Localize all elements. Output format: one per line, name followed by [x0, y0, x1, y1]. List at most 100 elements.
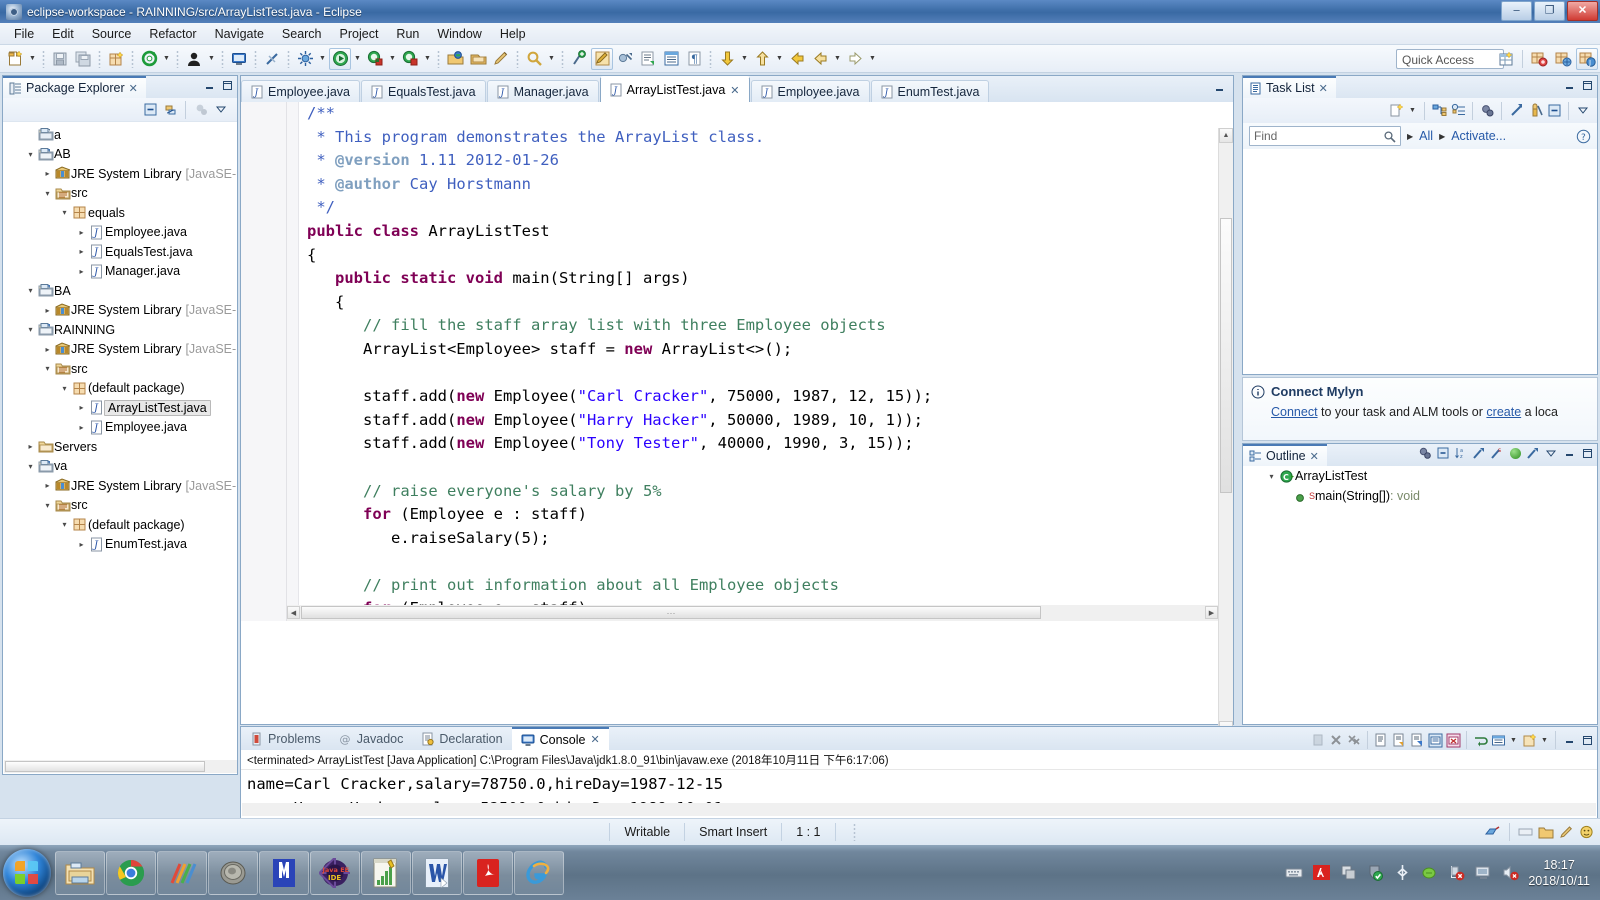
bluetooth-icon[interactable]: [1393, 864, 1411, 882]
close-window-button[interactable]: ✕: [1567, 1, 1598, 21]
coverage-dropdown-arrow[interactable]: ▼: [387, 48, 398, 70]
taskbar-item-bookmark-app[interactable]: [259, 850, 309, 895]
new-dropdown-arrow[interactable]: ▼: [27, 48, 38, 70]
tree-item[interactable]: ▸ J Employee.java: [3, 418, 237, 438]
code-line[interactable]: 12⊖ public static void main(String[] arg…: [241, 267, 1233, 291]
filter-all-link[interactable]: All: [1419, 129, 1433, 143]
code-line[interactable]: 25 // print out information about all Em…: [241, 574, 1233, 598]
hide-non-public-icon[interactable]: [1507, 445, 1523, 461]
taskbar-item-microsoft-word[interactable]: [412, 850, 462, 895]
code-line[interactable]: 7 * @version 1.11 2012-01-26: [241, 149, 1233, 173]
sort-icon[interactable]: az: [1453, 445, 1469, 461]
scrollbar-thumb[interactable]: ⋯: [301, 606, 1041, 620]
twisty-collapsed-icon[interactable]: ▸: [24, 442, 37, 451]
debug-icon[interactable]: [294, 48, 316, 70]
view-menu-icon[interactable]: [1575, 103, 1591, 119]
remove-launch-icon[interactable]: [1310, 732, 1326, 748]
new-task-icon[interactable]: [1388, 103, 1404, 119]
taskbar-item-windows-explorer[interactable]: [55, 850, 105, 895]
display-selected-console-icon[interactable]: [1409, 732, 1425, 748]
open-perspective-icon[interactable]: [1495, 48, 1517, 70]
debug-dropdown-arrow[interactable]: ▼: [317, 48, 328, 70]
code-line[interactable]: 15 ArrayList<Employee> staff = new Array…: [241, 338, 1233, 362]
view-menu-icon[interactable]: [1543, 445, 1559, 461]
skip-all-breakpoints-icon[interactable]: [614, 48, 636, 70]
twisty-collapsed-icon[interactable]: ▸: [41, 345, 54, 354]
terminate-icon[interactable]: [1328, 732, 1344, 748]
search-icon[interactable]: [1383, 130, 1396, 143]
tree-item[interactable]: ▸ J EnumTest.java: [3, 535, 237, 555]
twisty-expanded-icon[interactable]: ▾: [1265, 472, 1278, 481]
maximize-icon[interactable]: [1579, 732, 1595, 748]
menu-item-search[interactable]: Search: [273, 25, 331, 43]
editor-tab[interactable]: J Employee.java: [750, 80, 870, 102]
close-icon[interactable]: ✕: [590, 733, 599, 746]
code-line[interactable]: 14 // fill the staff array list with thr…: [241, 314, 1233, 338]
minimize-icon[interactable]: [201, 77, 217, 93]
twisty-collapsed-icon[interactable]: ▸: [41, 169, 54, 178]
code-line[interactable]: 23 e.raiseSalary(5);: [241, 527, 1233, 551]
tree-item[interactable]: ▾ src: [3, 184, 237, 204]
editor-tab[interactable]: J EqualsTest.java: [361, 80, 486, 102]
collapse-all-icon[interactable]: [1546, 103, 1562, 119]
code-line[interactable]: 19 staff.add(new Employee("Tony Tester",…: [241, 432, 1233, 456]
display-icon[interactable]: [1474, 864, 1492, 882]
tree-item[interactable]: ▸ Servers: [3, 437, 237, 457]
taskbar-item-internet-explorer[interactable]: [514, 850, 564, 895]
tree-item[interactable]: ▸ JRE System Library[JavaSE-1.: [3, 476, 237, 496]
menu-item-file[interactable]: File: [5, 25, 43, 43]
presentation-icon[interactable]: [1527, 103, 1543, 119]
user-dropdown-arrow[interactable]: ▼: [206, 48, 217, 70]
close-icon[interactable]: ✕: [1310, 450, 1319, 463]
clear-console-icon[interactable]: [1445, 732, 1461, 748]
twisty-collapsed-icon[interactable]: ▸: [75, 403, 88, 412]
console-hscrollbar[interactable]: [242, 803, 1596, 816]
toggle-mark-occurrences-icon[interactable]: [591, 47, 613, 70]
tree-item[interactable]: ▸ JRE System Library[JavaSE-1.: [3, 340, 237, 360]
code-line[interactable]: 24: [241, 550, 1233, 574]
close-icon[interactable]: ✕: [730, 84, 739, 97]
minimize-icon[interactable]: [1561, 77, 1577, 93]
tab-outline[interactable]: Outline ✕: [1243, 444, 1327, 466]
new-java-package-icon[interactable]: [105, 48, 127, 70]
code-line[interactable]: 6 * This program demonstrates the ArrayL…: [241, 126, 1233, 150]
view-menu-icon[interactable]: [213, 102, 229, 118]
editor-hscrollbar[interactable]: ◀ ⋯ ▶: [287, 605, 1218, 622]
scrollbar-thumb[interactable]: [1220, 218, 1232, 493]
code-line[interactable]: 22 for (Employee e : staff): [241, 503, 1233, 527]
keyboard-icon[interactable]: [1285, 864, 1303, 882]
find-input[interactable]: Find: [1249, 126, 1401, 146]
quick-access-input[interactable]: Quick Access: [1396, 49, 1504, 69]
forward-dropdown-arrow[interactable]: ▼: [832, 48, 843, 70]
scrollbar-thumb[interactable]: [5, 761, 205, 772]
source-code[interactable]: 5⊖/**6 * This program demonstrates the A…: [241, 102, 1233, 621]
tree-item[interactable]: ▾ (default package): [3, 379, 237, 399]
new-console-view-icon[interactable]: [1490, 732, 1506, 748]
taskbar-item-coin-app[interactable]: [208, 850, 258, 895]
search-icon[interactable]: [523, 48, 545, 70]
code-line[interactable]: 13 {: [241, 291, 1233, 315]
twisty-expanded-icon[interactable]: ▾: [24, 462, 37, 471]
code-line[interactable]: 10public class ArrayListTest: [241, 220, 1233, 244]
tree-item[interactable]: a: [3, 125, 237, 145]
minimize-icon[interactable]: [1561, 732, 1577, 748]
back-icon[interactable]: [786, 48, 808, 70]
link-break-icon[interactable]: [261, 48, 283, 70]
run-icon[interactable]: [329, 47, 351, 70]
menu-item-refactor[interactable]: Refactor: [140, 25, 205, 43]
search-dropdown-arrow[interactable]: ▼: [546, 48, 557, 70]
console-panel-tab[interactable]: Problems: [241, 727, 330, 750]
menu-item-source[interactable]: Source: [83, 25, 141, 43]
code-viewport[interactable]: 5⊖/**6 * This program demonstrates the A…: [241, 102, 1233, 736]
twisty-expanded-icon[interactable]: ▾: [41, 501, 54, 510]
editor-tab[interactable]: J Employee.java: [241, 80, 360, 102]
tree-item[interactable]: ▾ RAINNING: [3, 320, 237, 340]
tree-item[interactable]: ▸ J Manager.java: [3, 262, 237, 282]
new-annotation-icon[interactable]: [568, 48, 590, 70]
tree-item[interactable]: ▸ J Employee.java: [3, 223, 237, 243]
start-button[interactable]: [3, 848, 51, 897]
twisty-expanded-icon[interactable]: ▾: [58, 520, 71, 529]
project-tree[interactable]: a▾AB▸JRE System Library[JavaSE-1.▾src▾eq…: [3, 122, 237, 770]
code-line[interactable]: 18 staff.add(new Employee("Harry Hacker"…: [241, 409, 1233, 433]
scheduled-icon[interactable]: [1450, 103, 1466, 119]
